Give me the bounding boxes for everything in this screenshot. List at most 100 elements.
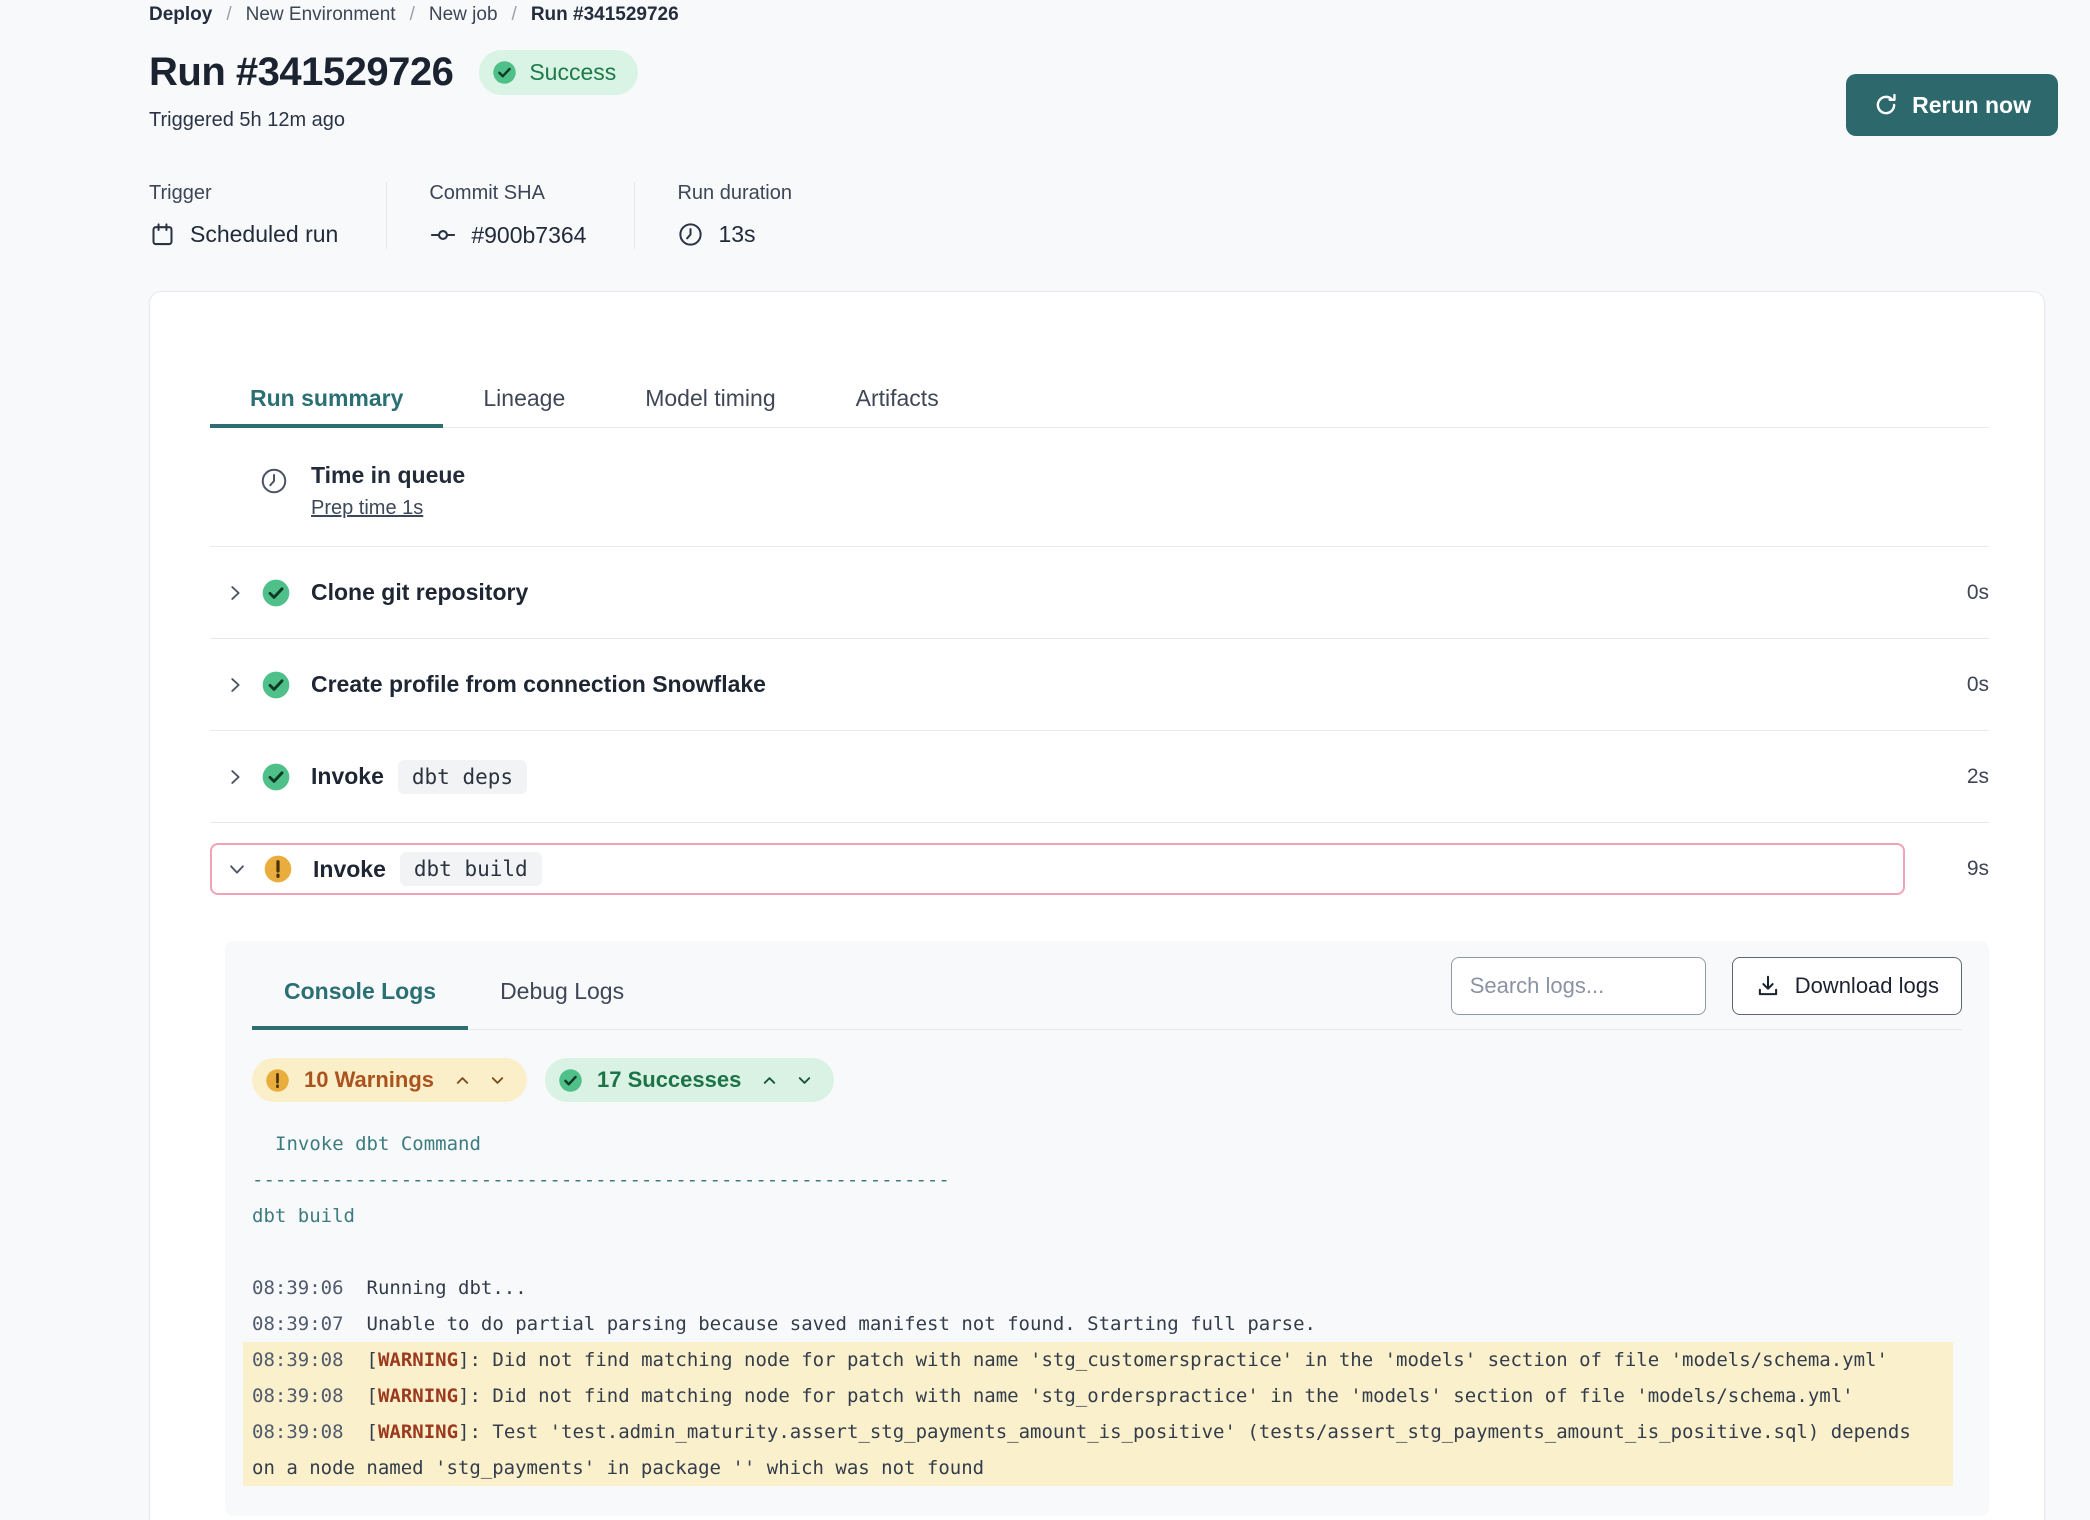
breadcrumb-separator: / [512, 4, 517, 26]
log-warning-label: WARNING [378, 1349, 458, 1371]
step-invoke-dbt-build[interactable]: Invoke dbt build 9s [210, 823, 1989, 915]
next-warning-button[interactable] [488, 1071, 507, 1090]
meta-duration-label: Run duration [677, 182, 792, 205]
log-message: Running dbt... [367, 1277, 527, 1299]
success-check-icon [260, 669, 292, 701]
log-warning-bracket: [ [367, 1349, 378, 1371]
meta-commit-label: Commit SHA [429, 182, 586, 205]
log-timestamp: 08:39:08 [252, 1385, 344, 1407]
caret-up-icon [453, 1071, 472, 1090]
success-check-icon [260, 761, 292, 793]
log-warning-bracket: ] [458, 1349, 469, 1371]
warnings-badge-label: 10 Warnings [304, 1067, 434, 1093]
log-timestamp: 08:39:06 [252, 1277, 344, 1299]
tab-debug-logs[interactable]: Debug Logs [468, 957, 656, 1030]
log-line: 08:39:06 Running dbt... [252, 1270, 1944, 1306]
meta-duration-value: 13s [718, 221, 755, 248]
log-warning-bracket: ] [458, 1385, 469, 1407]
download-icon [1755, 973, 1781, 999]
chevron-down-icon[interactable] [226, 858, 248, 880]
step-label: Invoke [313, 856, 386, 883]
step-duration: 2s [1929, 765, 1989, 789]
step-label: Create profile from connection Snowflake [311, 671, 766, 698]
tab-model-timing[interactable]: Model timing [605, 372, 815, 428]
meta-trigger-label: Trigger [149, 182, 338, 205]
log-panel: Console Logs Debug Logs Download logs [225, 941, 1989, 1516]
page-title: Run #341529726 [149, 50, 453, 95]
log-blank-line [252, 1234, 1944, 1270]
breadcrumb-item-run: Run #341529726 [531, 4, 679, 26]
console-log-output: Invoke dbt Command ---------------------… [252, 1126, 1962, 1486]
tab-artifacts[interactable]: Artifacts [816, 372, 979, 428]
status-badge-label: Success [529, 59, 616, 86]
clock-icon [259, 466, 289, 496]
log-warning-line: 08:39:08[WARNING]: Test 'test.admin_matu… [243, 1414, 1953, 1486]
tab-lineage[interactable]: Lineage [443, 372, 605, 428]
download-logs-label: Download logs [1795, 973, 1939, 999]
run-meta: Trigger Scheduled run Commit SHA #900b73… [149, 182, 2045, 249]
log-divider: ----------------------------------------… [252, 1162, 1944, 1198]
log-warning-bracket: [ [367, 1385, 378, 1407]
step-create-profile-snowflake[interactable]: Create profile from connection Snowflake… [210, 639, 1989, 731]
log-message: : Did not find matching node for patch w… [470, 1349, 1888, 1371]
breadcrumb-item-deploy[interactable]: Deploy [149, 4, 212, 26]
rerun-now-label: Rerun now [1912, 92, 2031, 119]
log-line: 08:39:07Unable to do partial parsing bec… [252, 1306, 1944, 1342]
previous-success-button[interactable] [760, 1071, 779, 1090]
meta-trigger: Trigger Scheduled run [149, 182, 386, 249]
log-badges: 10 Warnings [252, 1058, 1962, 1102]
selected-step-outline[interactable]: Invoke dbt build [210, 843, 1905, 895]
step-clone-git-repository[interactable]: Clone git repository 0s [210, 547, 1989, 639]
log-timestamp: 08:39:07 [252, 1313, 344, 1335]
time-in-queue-title: Time in queue [311, 462, 465, 489]
breadcrumb-item-job[interactable]: New job [429, 4, 498, 26]
step-label: Invoke [311, 763, 384, 790]
caret-down-icon [795, 1071, 814, 1090]
step-duration: 0s [1929, 581, 1989, 605]
step-duration: 0s [1929, 673, 1989, 697]
log-message: : Test 'test.admin_maturity.assert_stg_p… [252, 1421, 1922, 1479]
clock-icon [677, 221, 704, 248]
check-circle-icon [491, 59, 518, 86]
meta-duration: Run duration 13s [634, 182, 840, 249]
run-summary-card: Run summary Lineage Model timing Artifac… [149, 291, 2045, 1520]
log-warning-bracket: ] [458, 1421, 469, 1443]
warnings-badge[interactable]: 10 Warnings [252, 1058, 527, 1102]
chevron-right-icon[interactable] [224, 674, 246, 696]
search-logs-input[interactable] [1451, 957, 1706, 1015]
rerun-icon [1873, 92, 1899, 118]
tab-console-logs[interactable]: Console Logs [252, 957, 468, 1030]
step-label: Clone git repository [311, 579, 528, 606]
success-check-icon [260, 577, 292, 609]
prep-time-link[interactable]: Prep time 1s [311, 497, 423, 520]
calendar-icon [149, 221, 176, 248]
log-warning-label: WARNING [378, 1385, 458, 1407]
log-warning-label: WARNING [378, 1421, 458, 1443]
meta-trigger-value: Scheduled run [190, 221, 338, 248]
tab-run-summary[interactable]: Run summary [210, 372, 443, 428]
log-actions: Download logs [1451, 957, 1962, 1015]
log-warning-line: 08:39:08[WARNING]: Did not find matching… [243, 1378, 1953, 1414]
next-success-button[interactable] [795, 1071, 814, 1090]
run-detail-page: Deploy / New Environment / New job / Run… [0, 0, 2090, 1520]
breadcrumb-item-environment[interactable]: New Environment [246, 4, 396, 26]
log-warning-bracket: [ [367, 1421, 378, 1443]
triggered-timestamp: Triggered 5h 12m ago [149, 109, 2045, 132]
log-timestamp: 08:39:08 [252, 1349, 344, 1371]
chevron-right-icon[interactable] [224, 582, 246, 604]
step-invoke-dbt-deps[interactable]: Invoke dbt deps 2s [210, 731, 1989, 823]
successes-badge[interactable]: 17 Successes [545, 1058, 834, 1102]
status-badge: Success [479, 50, 638, 95]
download-logs-button[interactable]: Download logs [1732, 957, 1962, 1015]
caret-down-icon [488, 1071, 507, 1090]
previous-warning-button[interactable] [453, 1071, 472, 1090]
chevron-right-icon[interactable] [224, 766, 246, 788]
breadcrumb-separator: / [410, 4, 415, 26]
git-commit-icon [429, 221, 457, 249]
time-in-queue-section: Time in queue Prep time 1s [210, 428, 1989, 547]
step-command-chip: dbt deps [398, 760, 527, 794]
caret-up-icon [760, 1071, 779, 1090]
step-duration: 9s [1929, 857, 1989, 881]
log-command: dbt build [252, 1198, 1944, 1234]
rerun-now-button[interactable]: Rerun now [1846, 74, 2058, 136]
